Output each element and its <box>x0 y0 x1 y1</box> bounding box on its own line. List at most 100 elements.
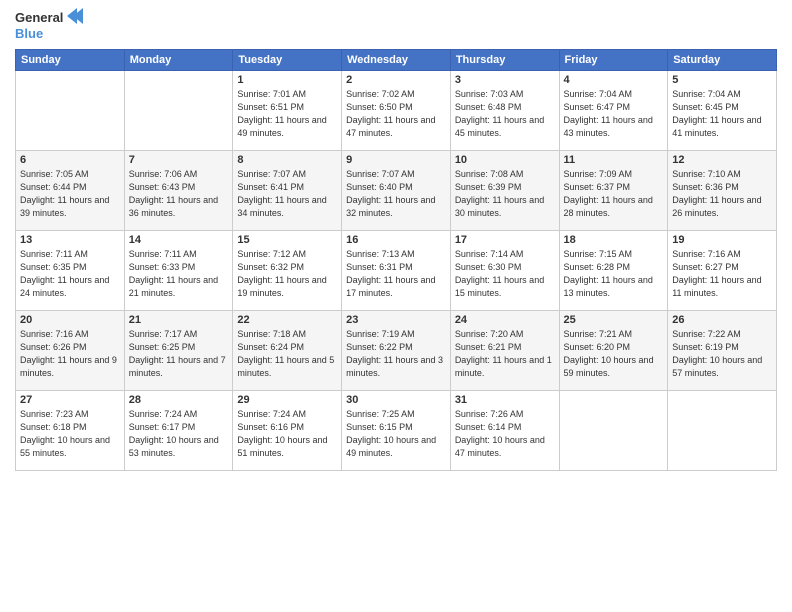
day-info: Sunrise: 7:26 AM Sunset: 6:14 PM Dayligh… <box>455 408 555 460</box>
calendar-cell <box>668 391 777 471</box>
day-info: Sunrise: 7:04 AM Sunset: 6:45 PM Dayligh… <box>672 88 772 140</box>
day-info: Sunrise: 7:07 AM Sunset: 6:41 PM Dayligh… <box>237 168 337 220</box>
calendar-cell: 23 Sunrise: 7:19 AM Sunset: 6:22 PM Dayli… <box>342 311 451 391</box>
logo: General Blue <box>15 10 83 41</box>
day-number: 13 <box>20 234 120 246</box>
weekday-header-wednesday: Wednesday <box>342 50 451 71</box>
day-info: Sunrise: 7:12 AM Sunset: 6:32 PM Dayligh… <box>237 248 337 300</box>
week-row-4: 20 Sunrise: 7:16 AM Sunset: 6:26 PM Dayli… <box>16 311 777 391</box>
calendar-cell: 5Sunrise: 7:04 AM Sunset: 6:45 PM Daylig… <box>668 71 777 151</box>
day-number: 20 <box>20 314 120 326</box>
day-number: 26 <box>672 314 772 326</box>
day-number: 6 <box>20 154 120 166</box>
calendar-cell: 21Sunrise: 7:17 AM Sunset: 6:25 PM Dayli… <box>124 311 233 391</box>
week-row-2: 6 Sunrise: 7:05 AM Sunset: 6:44 PM Daylig… <box>16 151 777 231</box>
calendar-cell: 17 Sunrise: 7:14 AM Sunset: 6:30 PM Dayli… <box>450 231 559 311</box>
day-number: 17 <box>455 234 555 246</box>
day-number: 8 <box>237 154 337 166</box>
day-number: 16 <box>346 234 446 246</box>
day-number: 7 <box>129 154 229 166</box>
calendar-cell: 26 Sunrise: 7:22 AM Sunset: 6:19 PM Dayli… <box>668 311 777 391</box>
logo-container: General Blue <box>15 10 83 41</box>
calendar-cell <box>559 391 668 471</box>
week-row-5: 27 Sunrise: 7:23 AM Sunset: 6:18 PM Dayli… <box>16 391 777 471</box>
calendar-cell: 24 Sunrise: 7:20 AM Sunset: 6:21 PM Dayli… <box>450 311 559 391</box>
day-info: Sunrise: 7:24 AM Sunset: 6:16 PM Dayligh… <box>237 408 337 460</box>
calendar-cell: 10 Sunrise: 7:08 AM Sunset: 6:39 PM Dayli… <box>450 151 559 231</box>
calendar-cell: 15 Sunrise: 7:12 AM Sunset: 6:32 PM Dayli… <box>233 231 342 311</box>
day-info: Sunrise: 7:01 AM Sunset: 6:51 PM Dayligh… <box>237 88 337 140</box>
day-number: 1 <box>237 74 337 86</box>
day-info: Sunrise: 7:03 AM Sunset: 6:48 PM Dayligh… <box>455 88 555 140</box>
day-number: 18 <box>564 234 664 246</box>
weekday-header-thursday: Thursday <box>450 50 559 71</box>
day-info: Sunrise: 7:19 AM Sunset: 6:22 PM Dayligh… <box>346 328 446 380</box>
day-info: Sunrise: 7:16 AM Sunset: 6:26 PM Dayligh… <box>20 328 120 380</box>
day-number: 19 <box>672 234 772 246</box>
day-info: Sunrise: 7:25 AM Sunset: 6:15 PM Dayligh… <box>346 408 446 460</box>
day-info: Sunrise: 7:10 AM Sunset: 6:36 PM Dayligh… <box>672 168 772 220</box>
day-info: Sunrise: 7:23 AM Sunset: 6:18 PM Dayligh… <box>20 408 120 460</box>
day-number: 15 <box>237 234 337 246</box>
calendar-cell: 6 Sunrise: 7:05 AM Sunset: 6:44 PM Daylig… <box>16 151 125 231</box>
day-info: Sunrise: 7:20 AM Sunset: 6:21 PM Dayligh… <box>455 328 555 380</box>
calendar-cell: 28 Sunrise: 7:24 AM Sunset: 6:17 PM Dayli… <box>124 391 233 471</box>
calendar-cell: 3 Sunrise: 7:03 AM Sunset: 6:48 PM Daylig… <box>450 71 559 151</box>
weekday-header-friday: Friday <box>559 50 668 71</box>
day-info: Sunrise: 7:07 AM Sunset: 6:40 PM Dayligh… <box>346 168 446 220</box>
day-info: Sunrise: 7:14 AM Sunset: 6:30 PM Dayligh… <box>455 248 555 300</box>
calendar-cell: 16 Sunrise: 7:13 AM Sunset: 6:31 PM Dayli… <box>342 231 451 311</box>
calendar-cell: 19 Sunrise: 7:16 AM Sunset: 6:27 PM Dayli… <box>668 231 777 311</box>
page: General Blue SundayMondayTuesdayWednesda… <box>0 0 792 612</box>
day-info: Sunrise: 7:08 AM Sunset: 6:39 PM Dayligh… <box>455 168 555 220</box>
calendar-cell: 27 Sunrise: 7:23 AM Sunset: 6:18 PM Dayli… <box>16 391 125 471</box>
calendar-cell: 31Sunrise: 7:26 AM Sunset: 6:14 PM Dayli… <box>450 391 559 471</box>
day-number: 30 <box>346 394 446 406</box>
logo-general: General <box>15 10 63 26</box>
calendar-cell: 2 Sunrise: 7:02 AM Sunset: 6:50 PM Daylig… <box>342 71 451 151</box>
day-info: Sunrise: 7:16 AM Sunset: 6:27 PM Dayligh… <box>672 248 772 300</box>
calendar-cell: 14 Sunrise: 7:11 AM Sunset: 6:33 PM Dayli… <box>124 231 233 311</box>
logo-arrow-icon <box>65 8 83 24</box>
day-info: Sunrise: 7:05 AM Sunset: 6:44 PM Dayligh… <box>20 168 120 220</box>
calendar-cell: 1 Sunrise: 7:01 AM Sunset: 6:51 PM Daylig… <box>233 71 342 151</box>
calendar-cell: 13Sunrise: 7:11 AM Sunset: 6:35 PM Dayli… <box>16 231 125 311</box>
day-info: Sunrise: 7:15 AM Sunset: 6:28 PM Dayligh… <box>564 248 664 300</box>
weekday-header-monday: Monday <box>124 50 233 71</box>
week-row-1: 1 Sunrise: 7:01 AM Sunset: 6:51 PM Daylig… <box>16 71 777 151</box>
day-number: 21 <box>129 314 229 326</box>
day-info: Sunrise: 7:13 AM Sunset: 6:31 PM Dayligh… <box>346 248 446 300</box>
calendar-table: SundayMondayTuesdayWednesdayThursdayFrid… <box>15 49 777 471</box>
calendar-cell: 11Sunrise: 7:09 AM Sunset: 6:37 PM Dayli… <box>559 151 668 231</box>
day-number: 25 <box>564 314 664 326</box>
calendar-cell: 22Sunrise: 7:18 AM Sunset: 6:24 PM Dayli… <box>233 311 342 391</box>
day-number: 29 <box>237 394 337 406</box>
day-number: 9 <box>346 154 446 166</box>
day-info: Sunrise: 7:22 AM Sunset: 6:19 PM Dayligh… <box>672 328 772 380</box>
day-number: 3 <box>455 74 555 86</box>
day-info: Sunrise: 7:21 AM Sunset: 6:20 PM Dayligh… <box>564 328 664 380</box>
logo-blue: Blue <box>15 26 83 42</box>
calendar-cell: 7 Sunrise: 7:06 AM Sunset: 6:43 PM Daylig… <box>124 151 233 231</box>
weekday-header-sunday: Sunday <box>16 50 125 71</box>
calendar-cell: 12Sunrise: 7:10 AM Sunset: 6:36 PM Dayli… <box>668 151 777 231</box>
day-info: Sunrise: 7:24 AM Sunset: 6:17 PM Dayligh… <box>129 408 229 460</box>
calendar-cell: 8 Sunrise: 7:07 AM Sunset: 6:41 PM Daylig… <box>233 151 342 231</box>
day-info: Sunrise: 7:11 AM Sunset: 6:33 PM Dayligh… <box>129 248 229 300</box>
calendar-cell <box>16 71 125 151</box>
day-number: 23 <box>346 314 446 326</box>
weekday-header-tuesday: Tuesday <box>233 50 342 71</box>
day-number: 27 <box>20 394 120 406</box>
day-number: 2 <box>346 74 446 86</box>
day-number: 4 <box>564 74 664 86</box>
day-number: 28 <box>129 394 229 406</box>
day-number: 14 <box>129 234 229 246</box>
day-info: Sunrise: 7:02 AM Sunset: 6:50 PM Dayligh… <box>346 88 446 140</box>
week-row-3: 13Sunrise: 7:11 AM Sunset: 6:35 PM Dayli… <box>16 231 777 311</box>
day-info: Sunrise: 7:06 AM Sunset: 6:43 PM Dayligh… <box>129 168 229 220</box>
calendar-cell: 9 Sunrise: 7:07 AM Sunset: 6:40 PM Daylig… <box>342 151 451 231</box>
calendar-cell: 25 Sunrise: 7:21 AM Sunset: 6:20 PM Dayli… <box>559 311 668 391</box>
calendar-cell: 18 Sunrise: 7:15 AM Sunset: 6:28 PM Dayli… <box>559 231 668 311</box>
day-number: 10 <box>455 154 555 166</box>
day-number: 24 <box>455 314 555 326</box>
